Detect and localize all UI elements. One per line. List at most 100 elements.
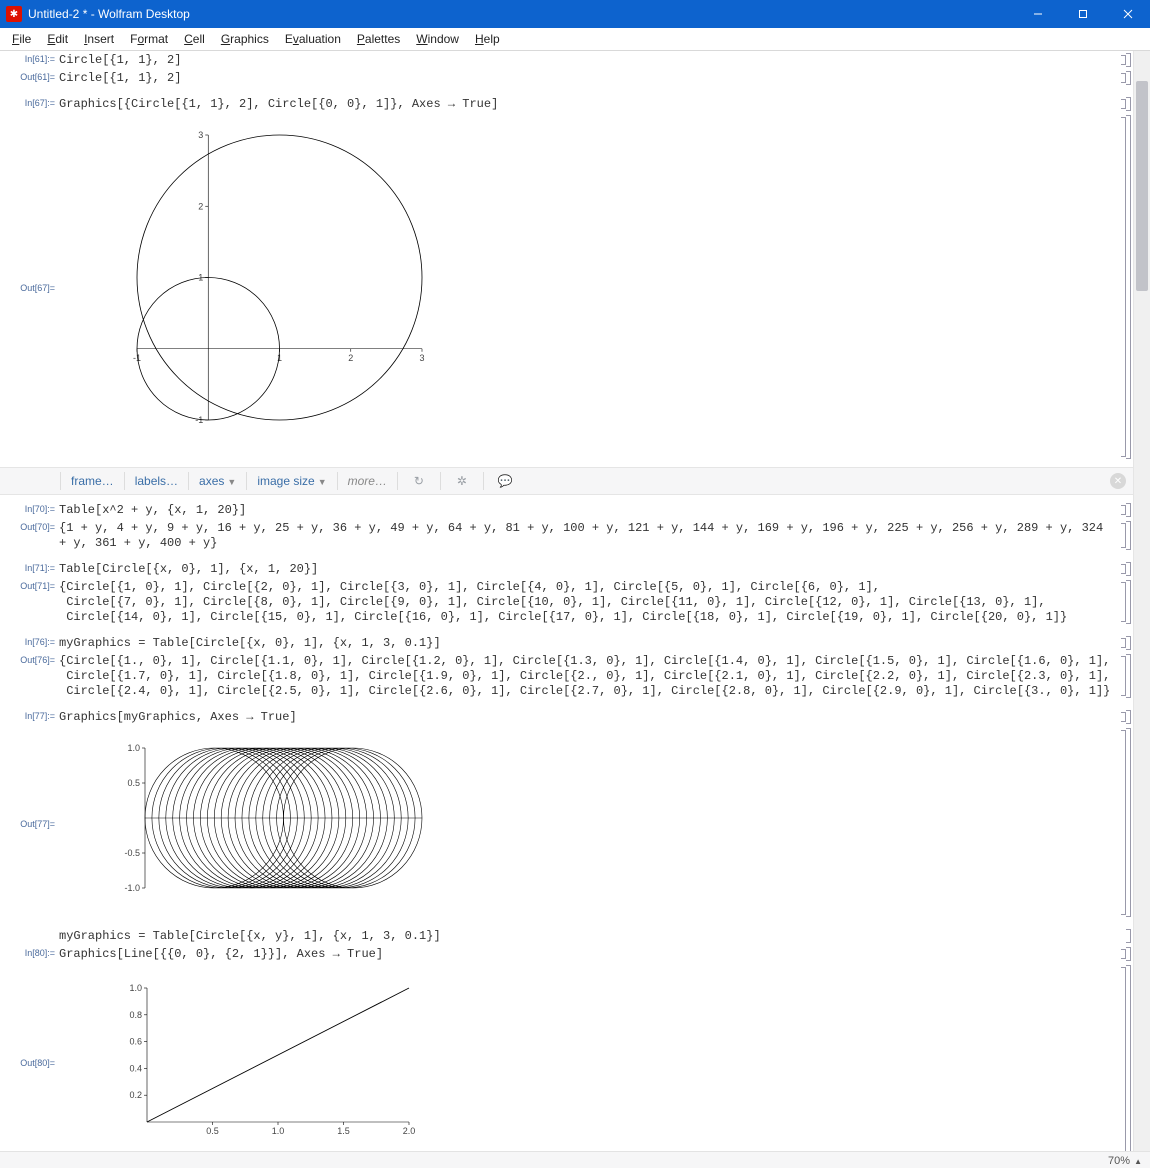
window-controls: [1015, 0, 1150, 28]
menu-graphics[interactable]: Graphics: [213, 30, 277, 48]
vertical-scrollbar[interactable]: [1133, 51, 1150, 1151]
cell-bracket[interactable]: [1117, 726, 1131, 919]
svg-text:1.0: 1.0: [271, 1126, 284, 1136]
window-title: Untitled-2 * - Wolfram Desktop: [28, 7, 190, 21]
app-icon: ✱: [6, 6, 22, 22]
cell-output-61[interactable]: Circle[{1, 1}, 2]: [59, 70, 1134, 86]
menu-insert[interactable]: Insert: [76, 30, 122, 48]
minimize-icon: [1033, 9, 1043, 19]
cell-input-80[interactable]: Graphics[Line[{{0, 0}, {2, 1}}], Axes → …: [59, 946, 1134, 962]
cell-output-77-graphics[interactable]: -1.0-0.50.51.0: [59, 727, 1134, 918]
cell-input-70[interactable]: Table[x^2 + y, {x, 1, 20}]: [59, 502, 1134, 518]
cell-label-in71: In[71]:=: [0, 561, 59, 573]
close-button[interactable]: [1105, 0, 1150, 28]
cell-bracket[interactable]: [1117, 708, 1131, 726]
svg-text:1.0: 1.0: [127, 743, 140, 753]
cell-bracket[interactable]: [1117, 95, 1131, 113]
cell-bracket[interactable]: [1117, 578, 1131, 626]
cell-output-71[interactable]: {Circle[{1, 0}, 1], Circle[{2, 0}, 1], C…: [59, 579, 1134, 625]
cell-label-out61: Out[61]=: [0, 70, 59, 82]
scrollbar-thumb[interactable]: [1136, 81, 1148, 291]
speech-bubble-icon[interactable]: 💬: [483, 472, 526, 490]
svg-text:2: 2: [198, 201, 203, 211]
cell-bracket[interactable]: [1117, 927, 1131, 945]
cell-input-67[interactable]: Graphics[{Circle[{1, 1}, 2], Circle[{0, …: [59, 96, 1134, 112]
cell-label-out67: Out[67]=: [0, 281, 59, 293]
zoom-up-icon[interactable]: ▲: [1134, 1157, 1142, 1166]
suggestions-bar: frame… labels… axes▼ image size▼ more… ↻…: [0, 467, 1134, 495]
menu-cell[interactable]: Cell: [176, 30, 213, 48]
menu-help[interactable]: Help: [467, 30, 508, 48]
cell-input-77[interactable]: Graphics[myGraphics, Axes → True]: [59, 709, 1134, 725]
cell-bracket[interactable]: [1117, 501, 1131, 519]
cell-bracket[interactable]: [1117, 519, 1131, 552]
svg-text:0.2: 0.2: [129, 1090, 142, 1100]
zoom-control[interactable]: 70% ▲: [1108, 1155, 1142, 1167]
svg-text:3: 3: [419, 353, 424, 363]
refresh-icon[interactable]: ↻: [397, 472, 440, 490]
chevron-down-icon: ▼: [318, 477, 327, 487]
minimize-button[interactable]: [1015, 0, 1060, 28]
menubar: File Edit Insert Format Cell Graphics Ev…: [0, 28, 1150, 51]
cell-label-out71: Out[71]=: [0, 579, 59, 591]
cell-bracket[interactable]: [1117, 69, 1131, 87]
cell-label-out70: Out[70]=: [0, 520, 59, 532]
cell-input-free[interactable]: myGraphics = Table[Circle[{x, y}, 1], {x…: [59, 928, 1134, 944]
cell-output-76[interactable]: {Circle[{1., 0}, 1], Circle[{1.1, 0}, 1]…: [59, 653, 1134, 699]
cell-bracket[interactable]: [1117, 634, 1131, 652]
svg-text:0.6: 0.6: [129, 1037, 142, 1047]
cell-bracket[interactable]: [1117, 945, 1131, 963]
cell-output-70[interactable]: {1 + y, 4 + y, 9 + y, 16 + y, 25 + y, 36…: [59, 520, 1134, 551]
svg-text:1.5: 1.5: [337, 1126, 350, 1136]
svg-text:3: 3: [198, 130, 203, 140]
cell-label-in77: In[77]:=: [0, 709, 59, 721]
suggestion-more[interactable]: more…: [337, 472, 397, 490]
menu-evaluation[interactable]: Evaluation: [277, 30, 349, 48]
chevron-down-icon: ▼: [227, 477, 236, 487]
cell-label-out77: Out[77]=: [0, 817, 59, 829]
cell-bracket[interactable]: [1117, 51, 1131, 69]
zoom-value: 70%: [1108, 1155, 1130, 1167]
line-plot: 0.51.01.52.00.20.40.60.81.0: [117, 980, 417, 1140]
svg-text:2.0: 2.0: [402, 1126, 415, 1136]
cell-label-in67: In[67]:=: [0, 96, 59, 108]
cell-bracket[interactable]: [1117, 113, 1131, 461]
cell-label-in70: In[70]:=: [0, 502, 59, 514]
cell-bracket[interactable]: [1117, 560, 1131, 578]
cell-output-67-graphics[interactable]: -1123-1123: [59, 114, 1134, 460]
suggestion-frame[interactable]: frame…: [60, 472, 124, 490]
svg-text:0.5: 0.5: [206, 1126, 219, 1136]
suggestion-labels[interactable]: labels…: [124, 472, 188, 490]
menu-edit[interactable]: Edit: [39, 30, 76, 48]
circles-plot: -1123-1123: [117, 130, 427, 440]
cell-label-in80: In[80]:=: [0, 946, 59, 958]
content-area: In[61]:= Circle[{1, 1}, 2] Out[61]= Circ…: [0, 51, 1150, 1151]
gear-icon[interactable]: ✲: [440, 472, 483, 490]
cell-output-80-graphics[interactable]: 0.51.01.52.00.20.40.60.81.0: [59, 964, 1134, 1151]
notebook-viewport[interactable]: In[61]:= Circle[{1, 1}, 2] Out[61]= Circ…: [0, 51, 1134, 1151]
cell-label-in76: In[76]:=: [0, 635, 59, 647]
statusbar: 70% ▲: [0, 1151, 1150, 1168]
menu-file[interactable]: File: [4, 30, 39, 48]
suggestion-axes[interactable]: axes▼: [188, 472, 246, 490]
suggestion-image-size[interactable]: image size▼: [246, 472, 336, 490]
overlapping-circles-plot: -1.0-0.50.51.0: [117, 743, 427, 898]
cell-bracket[interactable]: [1117, 652, 1131, 700]
svg-text:-0.5: -0.5: [124, 848, 140, 858]
close-icon: [1123, 9, 1133, 19]
menu-window[interactable]: Window: [408, 30, 467, 48]
menu-format[interactable]: Format: [122, 30, 176, 48]
cell-input-76[interactable]: myGraphics = Table[Circle[{x, 0}, 1], {x…: [59, 635, 1134, 651]
cell-label-in61: In[61]:=: [0, 52, 59, 64]
close-suggestions-button[interactable]: ✕: [1110, 473, 1126, 489]
window-titlebar: ✱ Untitled-2 * - Wolfram Desktop: [0, 0, 1150, 28]
maximize-button[interactable]: [1060, 0, 1105, 28]
svg-text:0.5: 0.5: [127, 778, 140, 788]
cell-label-out76: Out[76]=: [0, 653, 59, 665]
cell-input-61[interactable]: Circle[{1, 1}, 2]: [59, 52, 1134, 68]
menu-palettes[interactable]: Palettes: [349, 30, 408, 48]
cell-bracket[interactable]: [1117, 963, 1131, 1151]
svg-text:0.8: 0.8: [129, 1010, 142, 1020]
cell-input-71[interactable]: Table[Circle[{x, 0}, 1], {x, 1, 20}]: [59, 561, 1134, 577]
maximize-icon: [1078, 9, 1088, 19]
